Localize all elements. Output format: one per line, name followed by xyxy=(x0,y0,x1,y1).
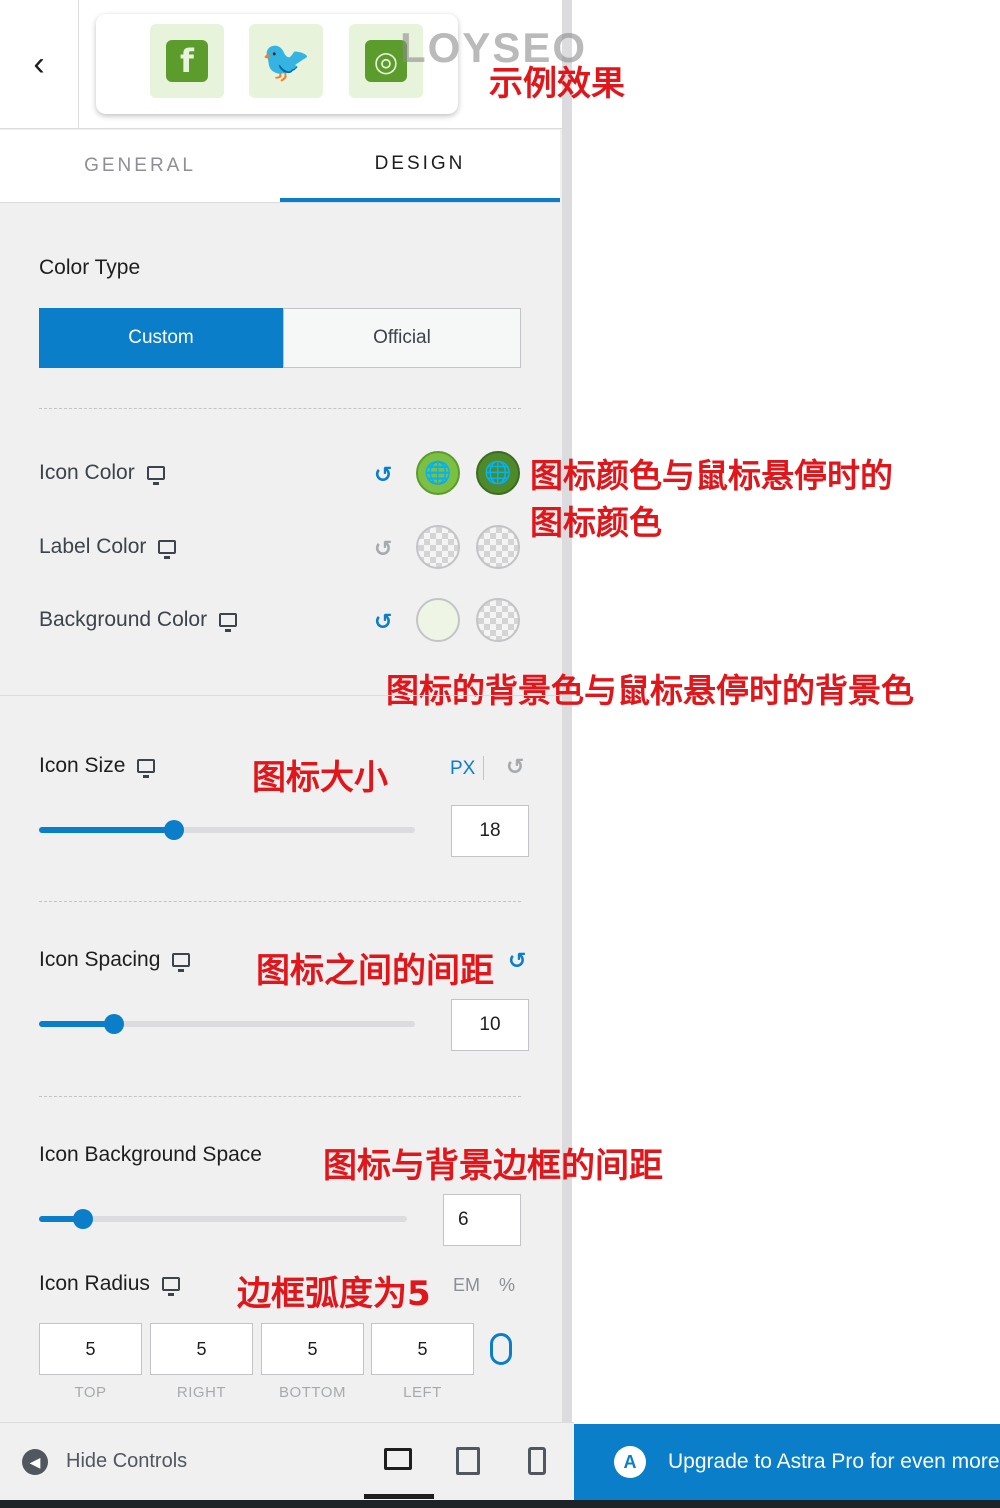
unit-px[interactable]: PX xyxy=(450,758,475,780)
icon-hover-color-swatch[interactable]: 🌐 xyxy=(476,451,520,495)
link-icon[interactable] xyxy=(490,1333,512,1365)
facebook-icon: f xyxy=(150,24,224,98)
collapse-icon[interactable]: ◀ xyxy=(22,1449,48,1475)
label-color-reset-icon[interactable]: ↺ xyxy=(374,536,392,562)
tablet-preview-icon[interactable] xyxy=(456,1447,480,1475)
icon-size-slider-fill xyxy=(39,827,175,833)
icon-size-reset-icon[interactable]: ↺ xyxy=(506,754,524,780)
annotation-icon-radius: 边框弧度为5 xyxy=(237,1274,431,1314)
upgrade-banner[interactable]: A Upgrade to Astra Pro for even more xyxy=(574,1424,1000,1500)
icon-radius-label: Icon Radius xyxy=(39,1272,180,1296)
unit-em[interactable]: EM xyxy=(453,1275,480,1296)
tab-general[interactable]: GENERAL xyxy=(0,130,280,202)
radius-bottom-input[interactable]: 5 xyxy=(261,1323,364,1375)
twitter-icon: 🐦 xyxy=(249,24,323,98)
back-button[interactable]: ‹ xyxy=(0,0,79,128)
globe-icon: 🌐 xyxy=(424,460,452,485)
radius-right-caption: RIGHT xyxy=(176,1384,227,1401)
mobile-preview-icon[interactable] xyxy=(528,1447,546,1475)
icon-color-swatch[interactable]: 🌐 xyxy=(416,451,460,495)
divider xyxy=(39,1096,521,1097)
desktop-icon xyxy=(161,1277,180,1296)
annotation-bg-color: 图标的背景色与鼠标悬停时的背景色 xyxy=(386,671,914,710)
desktop-icon xyxy=(137,759,156,778)
annotation-icon-color-2: 图标颜色 xyxy=(530,503,662,542)
icon-spacing-reset-icon[interactable]: ↺ xyxy=(508,948,526,974)
color-type-label: Color Type xyxy=(39,256,141,279)
icon-bg-space-input[interactable]: 6 xyxy=(443,1194,521,1246)
footer-bar: ◀ Hide Controls xyxy=(0,1422,574,1503)
color-type-official-button[interactable]: Official xyxy=(283,308,521,368)
astra-logo-icon: A xyxy=(614,1446,646,1478)
radius-left-caption: LEFT xyxy=(403,1384,442,1401)
hide-controls-button[interactable]: Hide Controls xyxy=(66,1450,187,1473)
unit-percent[interactable]: % xyxy=(499,1275,515,1296)
radius-right-input[interactable]: 5 xyxy=(150,1323,253,1375)
tab-bar: GENERAL DESIGN xyxy=(0,130,560,203)
icon-size-label: Icon Size xyxy=(39,754,156,778)
desktop-icon xyxy=(158,540,177,559)
background-hover-color-swatch[interactable] xyxy=(476,598,520,642)
desktop-preview-icon[interactable] xyxy=(384,1448,412,1470)
annotation-icon-bg-space: 图标与背景边框的间距 xyxy=(323,1146,663,1186)
icon-size-input[interactable]: 18 xyxy=(451,805,529,857)
unit-separator xyxy=(483,756,484,780)
icon-bg-space-slider[interactable] xyxy=(39,1209,407,1229)
icon-bg-space-label: Icon Background Space xyxy=(39,1143,262,1166)
color-type-custom-button[interactable]: Custom xyxy=(39,308,283,368)
background-color-swatch[interactable] xyxy=(416,598,460,642)
background-color-label: Background Color xyxy=(39,608,238,632)
desktop-icon xyxy=(219,613,238,632)
icon-color-reset-icon[interactable]: ↺ xyxy=(374,462,392,488)
radius-top-input[interactable]: 5 xyxy=(39,1323,142,1375)
chevron-left-icon: ‹ xyxy=(33,44,45,83)
label-hover-color-swatch[interactable] xyxy=(476,525,520,569)
divider xyxy=(39,901,521,902)
desktop-icon xyxy=(146,466,165,485)
icon-spacing-slider-fill xyxy=(39,1021,115,1027)
background-color-reset-icon[interactable]: ↺ xyxy=(374,609,392,635)
radius-left-input[interactable]: 5 xyxy=(371,1323,474,1375)
icon-spacing-slider[interactable] xyxy=(39,1014,415,1034)
radius-top-caption: TOP xyxy=(74,1384,107,1401)
label-color-swatch[interactable] xyxy=(416,525,460,569)
window-bottom-edge xyxy=(0,1500,1000,1508)
upgrade-text: Upgrade to Astra Pro for even more xyxy=(668,1450,1000,1473)
desktop-icon xyxy=(172,953,191,972)
radius-bottom-caption: BOTTOM xyxy=(279,1384,346,1401)
section-divider xyxy=(0,695,562,696)
annotation-icon-size: 图标大小 xyxy=(252,758,388,798)
icon-spacing-input[interactable]: 10 xyxy=(451,999,529,1051)
icon-color-label: Icon Color xyxy=(39,461,165,485)
annotation-icon-spacing: 图标之间的间距 xyxy=(256,951,494,991)
globe-icon: 🌐 xyxy=(484,460,512,485)
tab-design[interactable]: DESIGN xyxy=(280,130,560,202)
icon-size-slider[interactable] xyxy=(39,820,415,840)
annotation-icon-color: 图标颜色与鼠标悬停时的 xyxy=(530,456,893,495)
device-active-indicator xyxy=(364,1494,434,1499)
label-color-label: Label Color xyxy=(39,535,177,559)
divider xyxy=(39,408,521,409)
icon-spacing-label: Icon Spacing xyxy=(39,948,191,972)
annotation-example-effect: 示例效果 xyxy=(489,64,625,104)
